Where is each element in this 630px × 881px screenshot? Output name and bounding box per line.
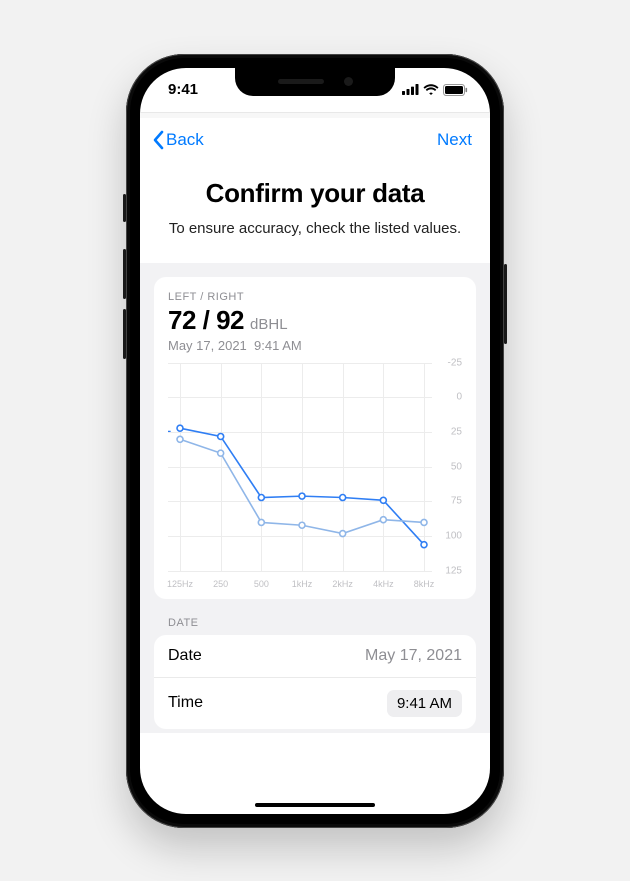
wifi-icon <box>423 84 439 95</box>
summary-value: 72 / 92 <box>168 305 244 336</box>
battery-icon <box>443 84 468 96</box>
summary-unit: dBHL <box>250 316 288 333</box>
row-time[interactable]: Time 9:41 AM <box>154 678 476 729</box>
row-time-label: Time <box>168 694 203 712</box>
chevron-left-icon <box>152 130 164 150</box>
summary-date: May 17, 2021 9:41 AM <box>168 338 462 353</box>
home-indicator[interactable] <box>255 803 375 807</box>
back-label: Back <box>166 130 204 150</box>
date-list: Date May 17, 2021 Time 9:41 AM <box>154 635 476 729</box>
back-button[interactable]: Back <box>152 130 204 150</box>
page-subtitle: To ensure accuracy, check the listed val… <box>164 219 466 239</box>
page-title: Confirm your data <box>164 178 466 209</box>
row-date-label: Date <box>168 647 202 665</box>
scroll-area[interactable]: LEFT / RIGHT 72 / 92 dBHL May 17, 2021 9… <box>140 263 490 733</box>
legend-label: LEFT / RIGHT <box>168 291 462 303</box>
cellular-icon <box>402 84 419 95</box>
svg-text:L: L <box>168 423 171 435</box>
audiogram-card: LEFT / RIGHT 72 / 92 dBHL May 17, 2021 9… <box>154 277 476 599</box>
audiogram-chart: LR -250255075100125 125Hz2505001kHz2kHz4… <box>168 363 462 589</box>
status-time: 9:41 <box>168 81 198 98</box>
section-label-date: DATE <box>154 617 476 635</box>
row-date[interactable]: Date May 17, 2021 <box>154 635 476 678</box>
nav-header: Back Next <box>140 118 490 162</box>
row-date-value: May 17, 2021 <box>365 647 462 665</box>
row-time-value[interactable]: 9:41 AM <box>387 690 462 717</box>
next-button[interactable]: Next <box>437 130 478 150</box>
status-indicators <box>402 84 468 96</box>
